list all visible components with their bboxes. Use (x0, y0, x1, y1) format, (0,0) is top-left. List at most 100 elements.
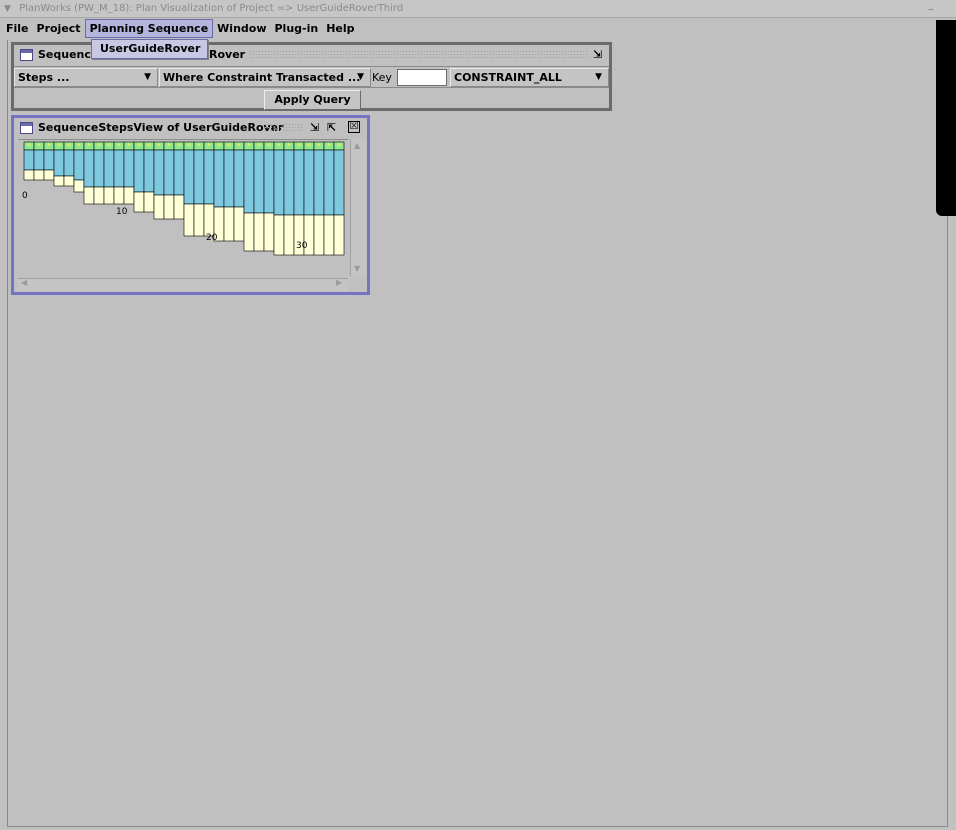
minimize-icon[interactable]: – (928, 0, 934, 18)
menu-plug-in[interactable]: Plug-in (271, 19, 323, 39)
step-bar-middle-16 (183, 149, 195, 205)
step-bar-middle-26 (283, 149, 295, 216)
step-bar-middle-8 (103, 149, 115, 188)
window-menu-icon[interactable]: ▼ (4, 0, 16, 18)
step-bar-bottom-7 (93, 186, 105, 205)
menu-file[interactable]: File (2, 19, 33, 39)
where-combo[interactable]: Where Constraint Transacted ... ▼ (159, 68, 371, 87)
desktop-scrollbar[interactable] (936, 20, 956, 216)
scroll-up-icon[interactable]: ▲ (354, 141, 360, 150)
query-frame-title-tail: Rover (209, 48, 246, 61)
step-bar-middle-17 (193, 149, 205, 205)
step-bar-middle-1 (33, 149, 45, 171)
step-bar-middle-10 (123, 149, 135, 188)
step-bar-dot-22 (247, 143, 251, 146)
step-bar-bottom-6 (83, 186, 95, 205)
menu-project[interactable]: Project (33, 19, 85, 39)
vertical-scrollbar[interactable]: ▲ ▼ (350, 139, 366, 276)
step-bar-dot-18 (207, 143, 211, 146)
step-bar-bottom-29 (313, 214, 325, 256)
step-bar-bottom-1 (33, 169, 45, 181)
step-bar-middle-21 (233, 149, 245, 208)
step-bar-bottom-25 (273, 214, 285, 256)
scroll-left-icon[interactable]: ◀ (21, 278, 27, 287)
step-bar-middle-29 (313, 149, 325, 216)
step-bar-dot-14 (167, 143, 171, 146)
step-bar-bottom-11 (133, 191, 145, 213)
step-bar-dot-3 (57, 143, 61, 146)
step-bar-middle-19 (213, 149, 225, 208)
window-title: PlanWorks (PW_M_18): Plan Visualization … (19, 3, 404, 14)
step-bar-bottom-9 (113, 186, 125, 205)
step-bar-middle-7 (93, 149, 105, 188)
steps-frame-title-bar[interactable]: SequenceStepsView of UserGuideRover ⇲ ⇱ … (14, 118, 367, 138)
steps-plot-area[interactable]: 0 10 20 30 (18, 139, 348, 276)
close-icon[interactable]: ☒ (348, 121, 360, 133)
application-window: ▼ PlanWorks (PW_M_18): Plan Visualizatio… (0, 0, 956, 830)
key-input[interactable] (397, 69, 447, 86)
step-bar-bottom-8 (103, 186, 115, 205)
step-bar-dot-0 (27, 143, 31, 146)
step-bar-middle-2 (43, 149, 55, 171)
step-bar-middle-27 (293, 149, 305, 216)
step-bar-bottom-0 (23, 169, 35, 181)
scroll-down-icon[interactable]: ▼ (354, 264, 360, 273)
step-bar-middle-18 (203, 149, 215, 205)
step-bar-dot-25 (277, 143, 281, 146)
horizontal-scrollbar[interactable]: ◀ ▶ (18, 278, 348, 291)
step-bar-dot-11 (137, 143, 141, 146)
scroll-right-icon[interactable]: ▶ (336, 278, 342, 287)
step-bar-middle-5 (73, 149, 85, 181)
menu-help[interactable]: Help (322, 19, 358, 39)
step-bar-dot-8 (107, 143, 111, 146)
constraint-combo-value: CONSTRAINT_ALL (454, 71, 562, 84)
step-bar-bottom-21 (233, 206, 245, 242)
step-bar-bottom-12 (143, 191, 155, 213)
step-bar-middle-25 (273, 149, 285, 216)
step-bar-dot-23 (257, 143, 261, 146)
step-bar-bottom-23 (253, 212, 265, 252)
step-bar-dot-4 (67, 143, 71, 146)
step-bar-bottom-17 (193, 203, 205, 237)
step-bar-middle-24 (263, 149, 275, 214)
step-bar-bottom-10 (123, 186, 135, 205)
constraint-combo[interactable]: CONSTRAINT_ALL ▼ (450, 68, 609, 87)
desktop-right-border (947, 216, 948, 826)
step-bar-middle-28 (303, 149, 315, 216)
iconify-icon[interactable]: ⇲ (310, 119, 319, 136)
step-bar-bottom-31 (333, 214, 345, 256)
where-combo-value: Where Constraint Transacted ... (163, 71, 361, 84)
step-bar-middle-31 (333, 149, 345, 216)
menu-item-userguiderover[interactable]: UserGuideRover (100, 42, 200, 55)
step-bar-bottom-20 (223, 206, 235, 242)
frame-icon (20, 122, 33, 134)
step-bar-dot-17 (197, 143, 201, 146)
step-bar-bottom-5 (73, 179, 85, 193)
step-bar-middle-6 (83, 149, 95, 188)
x-tick-label-3: 30 (296, 241, 308, 251)
chevron-down-icon: ▼ (595, 72, 602, 82)
title-bar[interactable]: ▼ PlanWorks (PW_M_18): Plan Visualizatio… (0, 0, 956, 18)
maximize-icon[interactable]: ⇱ (327, 119, 336, 136)
step-bar-middle-4 (63, 149, 75, 177)
step-bar-dot-27 (297, 143, 301, 146)
desktop-left-border (7, 40, 8, 826)
sequence-steps-view-frame: SequenceStepsView of UserGuideRover ⇲ ⇱ … (11, 115, 370, 295)
step-bar-bottom-30 (323, 214, 335, 256)
menu-window[interactable]: Window (213, 19, 270, 39)
step-bar-bottom-2 (43, 169, 55, 181)
step-bar-middle-20 (223, 149, 235, 208)
step-bar-dot-15 (177, 143, 181, 146)
query-row: Steps ... ▼ Where Constraint Transacted … (14, 66, 609, 88)
step-bar-bottom-26 (283, 214, 295, 256)
steps-combo[interactable]: Steps ... ▼ (14, 68, 158, 87)
key-label: Key (372, 71, 392, 84)
planning-sequence-menu: UserGuideRover (91, 39, 208, 59)
iconify-icon[interactable]: ⇲ (593, 46, 602, 63)
menu-planning-sequence[interactable]: Planning Sequence (84, 19, 214, 38)
step-bar-dot-12 (147, 143, 151, 146)
step-bar-dot-30 (327, 143, 331, 146)
step-bar-dot-10 (127, 143, 131, 146)
step-bar-middle-12 (143, 149, 155, 193)
apply-query-button[interactable]: Apply Query (264, 90, 361, 110)
